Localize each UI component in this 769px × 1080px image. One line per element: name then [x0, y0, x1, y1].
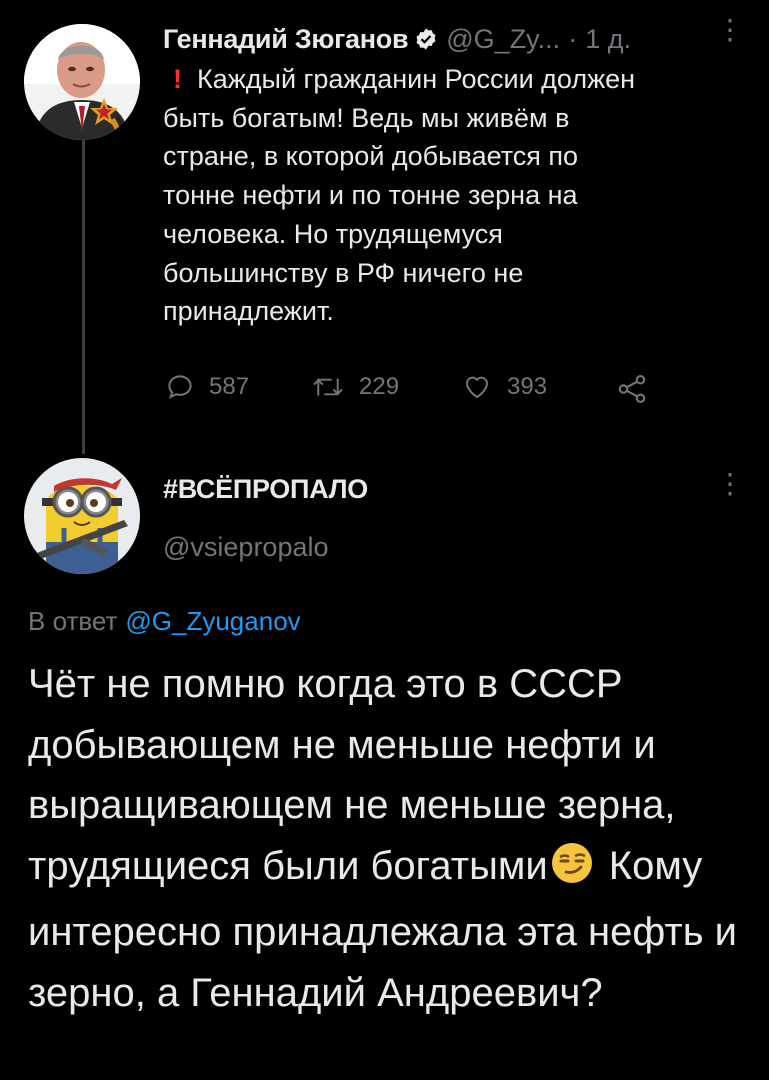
author-handle[interactable]: @G_Zy... [446, 22, 560, 56]
reply-icon [168, 375, 192, 400]
retweet-count: 229 [359, 373, 400, 400]
avatar-vsiepropalo[interactable] [24, 458, 140, 574]
more-icon[interactable]: ⋮ [716, 470, 744, 498]
alert-exclamation-icon: ! [173, 64, 182, 94]
avatar-zyuganov[interactable] [24, 24, 140, 140]
verified-icon [414, 27, 438, 51]
original-tweet-text: ! Каждый гражданин России должен быть бог… [163, 60, 753, 331]
smirking-face-emoji [550, 841, 594, 903]
like-icon [465, 376, 489, 399]
reply-tweet-text: Чёт не помню когда это в СССР добывающем… [28, 654, 758, 1023]
tweet-timestamp[interactable]: 1 д. [585, 22, 631, 56]
in-reply-to-line: В ответ @G_Zyuganov [28, 606, 301, 637]
in-reply-label: В ответ [28, 606, 118, 636]
original-tweet-body: Каждый гражданин России должен быть бога… [163, 64, 636, 327]
in-reply-mention-link[interactable]: @G_Zyuganov [125, 606, 300, 636]
like-count: 393 [507, 373, 548, 400]
more-icon[interactable]: ⋮ [716, 16, 744, 44]
retweet-icon [313, 378, 343, 396]
like-button[interactable]: 393 [461, 372, 547, 402]
tweet-action-bar: 587 229 393 [163, 372, 683, 408]
original-tweet-header: Геннадий Зюганов @G_Zy... · 1 д. [163, 22, 631, 56]
reply-button[interactable]: 587 [165, 372, 249, 402]
share-button[interactable] [615, 372, 649, 406]
reply-author-handle[interactable]: @vsiepropalo [163, 532, 329, 563]
author-display-name[interactable]: Геннадий Зюганов [163, 22, 409, 56]
share-icon [618, 375, 646, 403]
reply-count: 587 [209, 373, 250, 400]
reply-author-display-name[interactable]: #ВСЁПРОПАЛО [163, 474, 368, 505]
retweet-button[interactable]: 229 [311, 372, 399, 402]
thread-connector-line [82, 136, 85, 454]
separator-dot: · [568, 24, 578, 54]
